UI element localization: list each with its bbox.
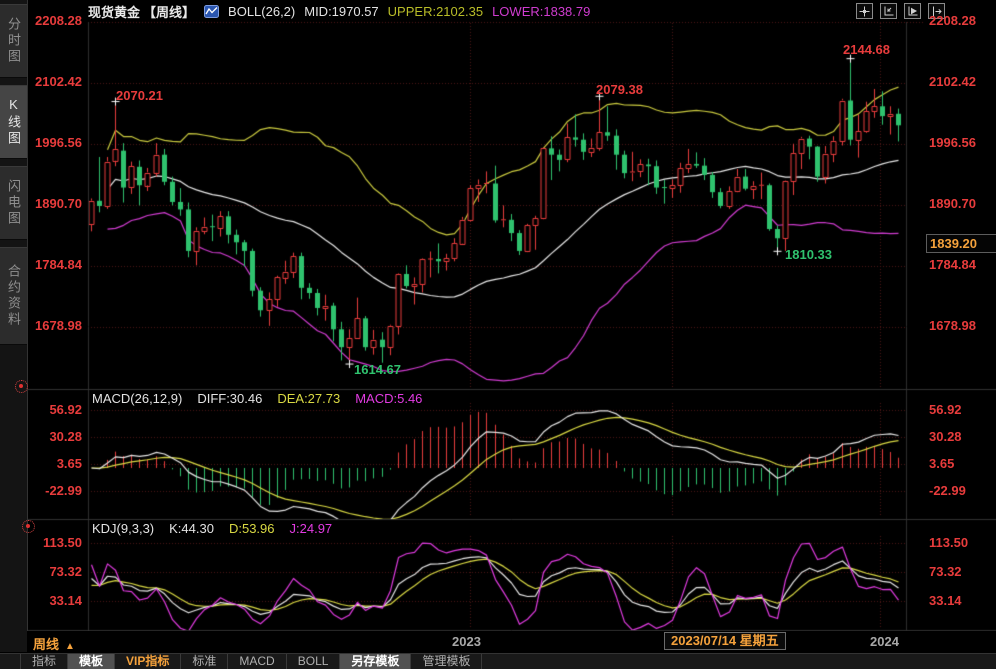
kdj-header: KDJ(9,3,3) K:44.30 D:53.96 J:24.97 xyxy=(92,521,332,536)
price-annotation-low: 1614.67 xyxy=(354,362,401,377)
axis-zoom-out-icon[interactable] xyxy=(880,3,897,19)
kdj-tick: 33.14 xyxy=(929,594,995,607)
instrument-title: 现货黄金 xyxy=(88,2,140,21)
macd-tick: -22.99 xyxy=(929,484,995,497)
last-price-badge: 1839.20 xyxy=(926,234,996,253)
kdj-tick: 33.14 xyxy=(2,594,82,607)
kdj-tick: 113.50 xyxy=(929,536,995,549)
price-tick: 1784.84 xyxy=(929,258,995,271)
macd-diff-value: DIFF:30.46 xyxy=(197,391,262,406)
tab-standard[interactable]: 标准 xyxy=(181,654,228,669)
price-tick: 1784.84 xyxy=(2,258,82,271)
chart-header: 现货黄金 【周线】 BOLL(26,2) MID:1970.57 UPPER:2… xyxy=(88,2,590,20)
indicator-tabbar: 指标 模板 VIP指标 标准 MACD BOLL 另存模板 管理模板 xyxy=(0,653,996,669)
price-tick: 1996.56 xyxy=(2,136,82,149)
boll-lower-value: LOWER:1838.79 xyxy=(492,4,590,19)
price-annotation-high: 2070.21 xyxy=(116,88,163,103)
price-tick: 1678.98 xyxy=(929,319,995,332)
tab-templates[interactable]: 模板 xyxy=(68,654,115,669)
mini-chart-icon xyxy=(204,5,219,18)
kdj-d-value: D:53.96 xyxy=(229,521,275,536)
kdj-tick: 113.50 xyxy=(2,536,82,549)
kdj-params-label: KDJ(9,3,3) xyxy=(92,521,154,536)
macd-tick: -22.99 xyxy=(2,484,82,497)
price-annotation-low: 1810.33 xyxy=(785,247,832,262)
year-label-2023: 2023 xyxy=(452,634,481,649)
xaxis-row: 周线 ▲ 2023 2023/07/14 星期五 2024 xyxy=(27,631,996,653)
price-tick: 1996.56 xyxy=(929,136,995,149)
kdj-tick: 73.32 xyxy=(2,565,82,578)
macd-tick: 3.65 xyxy=(2,457,82,470)
macd-bar-value: MACD:5.46 xyxy=(355,391,422,406)
price-tick: 2102.42 xyxy=(2,75,82,88)
macd-tick: 30.28 xyxy=(929,430,995,443)
price-tick: 1890.70 xyxy=(929,197,995,210)
selected-date-box: 2023/07/14 星期五 xyxy=(664,632,786,650)
macd-tick: 56.92 xyxy=(2,403,82,416)
price-tick: 1890.70 xyxy=(2,197,82,210)
kdj-tick: 73.32 xyxy=(929,565,995,578)
up-triangle-icon: ▲ xyxy=(65,641,75,652)
tab-macd[interactable]: MACD xyxy=(228,654,286,669)
price-annotation-high: 2079.38 xyxy=(596,82,643,97)
trading-app-window: 现货黄金 【周线】 BOLL(26,2) MID:1970.57 UPPER:2… xyxy=(0,0,996,669)
period-tag: 【周线】 xyxy=(143,2,195,21)
boll-upper-value: UPPER:2102.35 xyxy=(388,4,483,19)
price-tick: 2208.28 xyxy=(929,14,995,27)
macd-params-label: MACD(26,12,9) xyxy=(92,391,182,406)
axis-autoplay-icon[interactable] xyxy=(904,3,921,19)
macd-settings-icon[interactable] xyxy=(15,380,28,393)
year-label-2024: 2024 xyxy=(870,634,899,649)
period-selector[interactable]: 周线 ▲ xyxy=(33,634,75,653)
macd-tick: 30.28 xyxy=(2,430,82,443)
boll-params-label: BOLL(26,2) xyxy=(228,4,295,19)
price-tick: 2102.42 xyxy=(929,75,995,88)
pan-crosshair-icon[interactable] xyxy=(856,3,873,19)
price-tick: 2208.28 xyxy=(2,14,82,27)
period-label: 周线 xyxy=(33,637,59,652)
kdj-k-value: K:44.30 xyxy=(169,521,214,536)
price-annotation-high: 2144.68 xyxy=(843,42,890,57)
boll-mid-value: MID:1970.57 xyxy=(304,4,378,19)
macd-tick: 56.92 xyxy=(929,403,995,416)
kdj-settings-icon[interactable] xyxy=(22,520,35,533)
macd-tick: 3.65 xyxy=(929,457,995,470)
tab-manage-template[interactable]: 管理模板 xyxy=(411,654,482,669)
tab-save-template[interactable]: 另存模板 xyxy=(340,654,411,669)
price-tick: 1678.98 xyxy=(2,319,82,332)
tab-indicators[interactable]: 指标 xyxy=(20,654,68,669)
kdj-j-value: J:24.97 xyxy=(290,521,333,536)
tab-vip-indicators[interactable]: VIP指标 xyxy=(115,654,181,669)
macd-header: MACD(26,12,9) DIFF:30.46 DEA:27.73 MACD:… xyxy=(92,391,422,406)
tab-boll[interactable]: BOLL xyxy=(287,654,341,669)
macd-dea-value: DEA:27.73 xyxy=(277,391,340,406)
